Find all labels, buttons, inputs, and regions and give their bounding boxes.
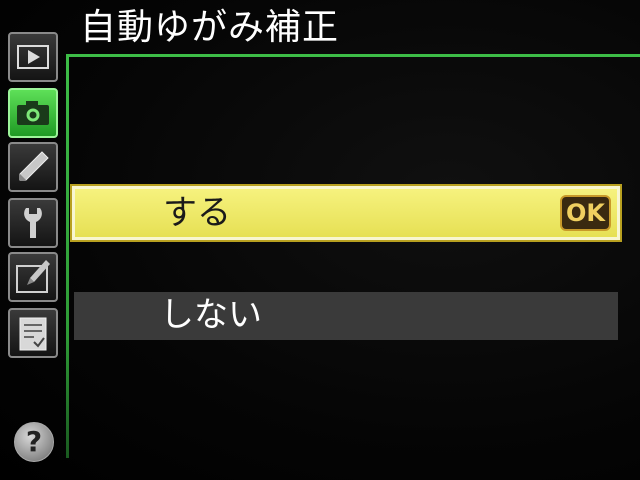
ok-confirm-badge: OK — [560, 195, 611, 231]
camera-icon — [17, 101, 49, 125]
option-disable-label: しない — [160, 295, 262, 335]
option-disable[interactable]: しない — [74, 292, 618, 340]
menu-frame-top-border — [66, 54, 640, 57]
tab-shooting-menu[interactable] — [8, 88, 58, 138]
page-title: 自動ゆがみ補正 — [80, 7, 340, 48]
menu-frame-left-border — [66, 54, 69, 458]
option-enable[interactable]: する OK — [70, 184, 622, 242]
wrench-icon — [24, 208, 42, 238]
tab-playback-menu[interactable] — [8, 32, 58, 82]
tab-setup-menu[interactable] — [8, 198, 58, 248]
option-enable-label: する — [163, 193, 231, 233]
recent-settings-icon — [19, 317, 47, 351]
tab-retouch-menu[interactable] — [8, 252, 58, 302]
retouch-icon — [16, 260, 50, 293]
tab-recent-settings-menu[interactable] — [8, 308, 58, 358]
pencil-icon — [19, 151, 49, 181]
help-button[interactable]: ? — [14, 422, 54, 462]
camera-menu-screen: 自動ゆがみ補正 ? する OK しない — [0, 0, 640, 480]
playback-icon — [17, 45, 49, 69]
tab-custom-settings-menu[interactable] — [8, 142, 58, 192]
